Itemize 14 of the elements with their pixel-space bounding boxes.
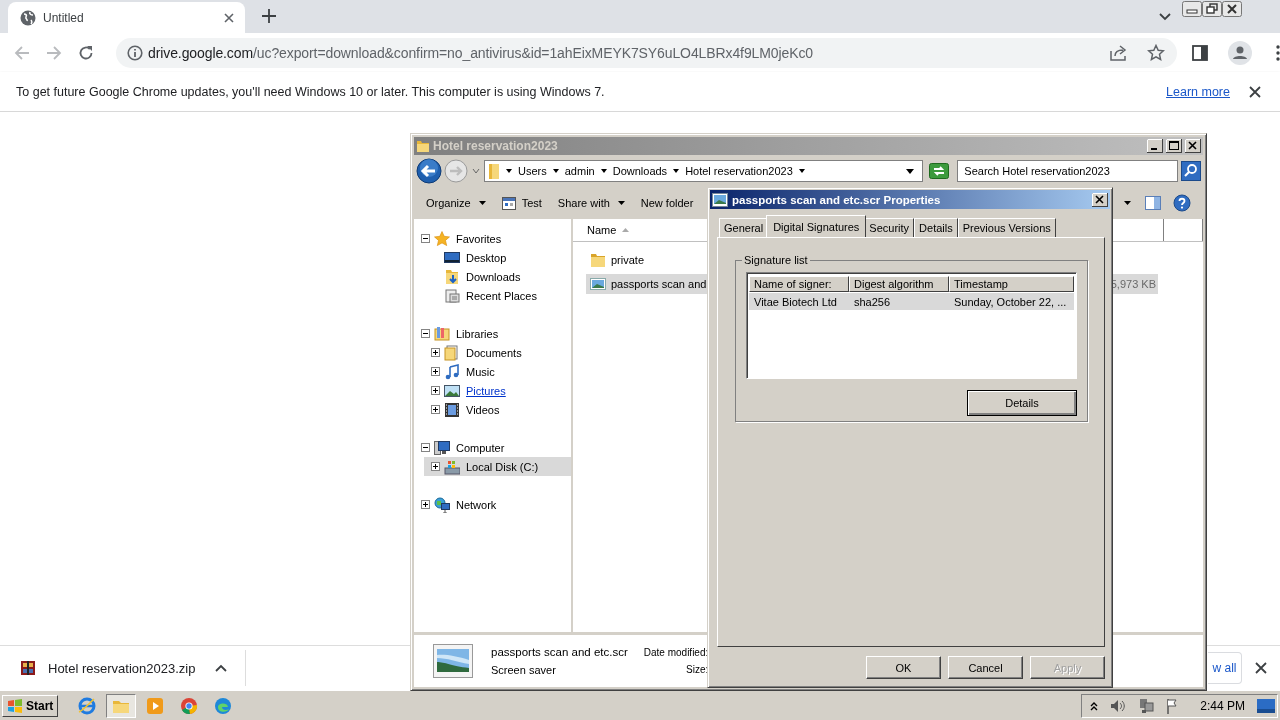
date-modified-label: Date modified:	[643, 647, 709, 658]
file-name: passports scan and etc.scr	[491, 646, 628, 658]
file-type: Screen saver	[491, 664, 557, 676]
group-label: Signature list	[743, 254, 809, 266]
file-name: passports scan and	[611, 278, 707, 290]
dialog-title: passports scan and etc.scr Properties	[732, 193, 941, 206]
file-name: private	[611, 254, 645, 266]
url-text: drive.google.com/uc?export=download&confirm=no_antivirus&id=1ahEixMEYK7SY6uLO4LBRx4f9LM0jeKc0	[148, 44, 814, 61]
list-cell-text: Sunday, October 22, ...	[953, 295, 1068, 308]
size-label: Size:	[686, 664, 709, 675]
infobar-message: To get future Google Chrome updates, you'll need Windows 10 or later. This computer is using Windows 7.	[16, 84, 605, 99]
list-cell-text: sha256	[853, 295, 892, 308]
window-title: Hotel reservation2023	[433, 139, 558, 153]
list-cell-text: Vitae Biotech Ltd	[753, 295, 838, 308]
